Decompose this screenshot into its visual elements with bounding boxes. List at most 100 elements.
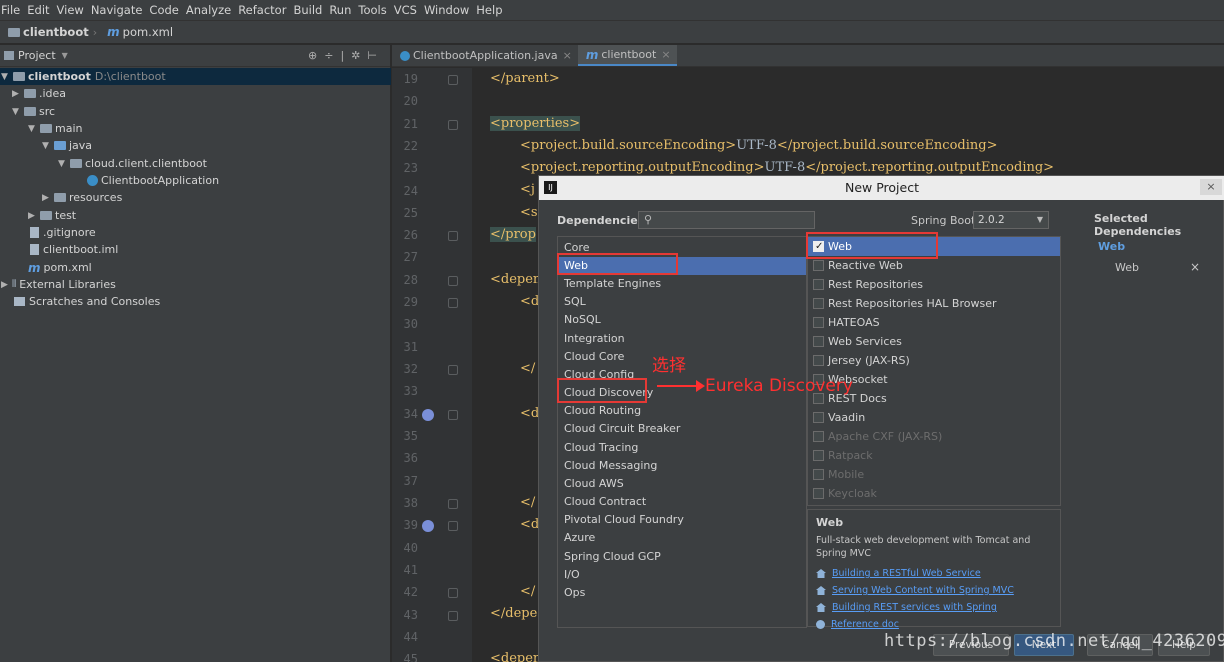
checkbox[interactable] (813, 412, 824, 423)
spring-boot-version-value: 2.0.2 (978, 214, 1005, 226)
dependency-item-jersey[interactable]: Jersey (JAX-RS) (808, 351, 1060, 370)
dependency-item-vaadin[interactable]: Vaadin (808, 408, 1060, 427)
category-item-cloud-aws[interactable]: Cloud AWS (558, 475, 806, 493)
collapsed-arrow-icon[interactable]: ▶ (11, 89, 20, 99)
fold-marker-icon[interactable] (448, 276, 458, 286)
menu-analyze[interactable]: Analyze (186, 3, 237, 17)
dependency-search-input[interactable]: ⚲ (638, 211, 815, 229)
category-item-cloud-contract[interactable]: Cloud Contract (558, 493, 806, 511)
fold-marker-icon[interactable] (448, 298, 458, 308)
tree-item-clientboot-iml[interactable]: clientboot.iml (26, 241, 118, 258)
menu-tools[interactable]: Tools (358, 3, 392, 17)
guide-link[interactable]: Serving Web Content with Spring MVC (816, 582, 1052, 599)
tree-item-gitignore[interactable]: .gitignore (26, 224, 96, 241)
menu-edit[interactable]: Edit (27, 3, 55, 17)
checkbox[interactable] (813, 336, 824, 347)
tab-clientbootapplication[interactable]: ClientbootApplication.java × (392, 45, 578, 66)
checkbox[interactable] (813, 298, 824, 309)
menu-help[interactable]: Help (476, 3, 508, 17)
expanded-arrow-icon[interactable]: ▼ (57, 159, 66, 169)
expanded-arrow-icon[interactable]: ▼ (27, 124, 36, 134)
tree-item-test[interactable]: ▶ test (27, 207, 76, 224)
guide-link[interactable]: Building REST services with Spring (816, 599, 1052, 616)
dependency-item-rest-repositories-hal[interactable]: Rest Repositories HAL Browser (808, 294, 1060, 313)
menu-code[interactable]: Code (149, 3, 184, 17)
category-item-cloud-routing[interactable]: Cloud Routing (558, 402, 806, 420)
tree-item-java[interactable]: ▼ java (41, 137, 92, 154)
tree-item-idea[interactable]: ▶ .idea (11, 85, 66, 102)
fold-marker-icon[interactable] (448, 521, 458, 531)
fold-marker-icon[interactable] (448, 410, 458, 420)
category-item-spring-cloud-gcp[interactable]: Spring Cloud GCP (558, 548, 806, 566)
dependency-item-web-services[interactable]: Web Services (808, 332, 1060, 351)
dependency-gutter-icon[interactable] (422, 409, 434, 421)
expanded-arrow-icon[interactable]: ▼ (0, 72, 9, 82)
dependency-item-rest-repositories[interactable]: Rest Repositories (808, 275, 1060, 294)
fold-marker-icon[interactable] (448, 611, 458, 621)
breadcrumb-file[interactable]: m pom.xml (101, 25, 173, 39)
menu-view[interactable]: View (57, 3, 90, 17)
collapsed-arrow-icon[interactable]: ▶ (0, 280, 9, 290)
breadcrumb-project[interactable]: clientboot (0, 25, 89, 39)
category-item-azure[interactable]: Azure (558, 529, 806, 547)
tree-item-clientbootapplication[interactable]: ClientbootApplication (85, 172, 219, 189)
chevron-down-icon[interactable]: ▼ (62, 51, 68, 60)
hide-icon[interactable]: ⊢ (367, 49, 377, 62)
menu-build[interactable]: Build (293, 3, 328, 17)
collapse-icon[interactable]: ÷ (324, 49, 333, 62)
category-item-cloud-messaging[interactable]: Cloud Messaging (558, 457, 806, 475)
tree-item-pom-xml[interactable]: m pom.xml (26, 259, 92, 276)
category-item-nosql[interactable]: NoSQL (558, 311, 806, 329)
tree-item-main[interactable]: ▼ main (27, 120, 82, 137)
checkbox[interactable] (813, 317, 824, 328)
tree-item-external-libraries[interactable]: ▶ ⫴ External Libraries (0, 276, 116, 293)
fold-marker-icon[interactable] (448, 588, 458, 598)
tree-item-src[interactable]: ▼ src (11, 103, 55, 120)
category-item-pivotal-cloud-foundry[interactable]: Pivotal Cloud Foundry (558, 511, 806, 529)
category-item-template-engines[interactable]: Template Engines (558, 275, 806, 293)
menu-vcs[interactable]: VCS (394, 3, 423, 17)
menu-window[interactable]: Window (424, 3, 475, 17)
tab-clientboot-pom[interactable]: m clientboot × (577, 45, 677, 66)
category-item-ops[interactable]: Ops (558, 584, 806, 602)
expanded-arrow-icon[interactable]: ▼ (11, 107, 20, 117)
dependency-item-hateoas[interactable]: HATEOAS (808, 313, 1060, 332)
collapsed-arrow-icon[interactable]: ▶ (41, 193, 50, 203)
category-item-sql[interactable]: SQL (558, 293, 806, 311)
guide-link[interactable]: Building a RESTful Web Service (816, 565, 1052, 582)
checkbox[interactable] (813, 355, 824, 366)
category-item-cloud-circuit-breaker[interactable]: Cloud Circuit Breaker (558, 420, 806, 438)
collapsed-arrow-icon[interactable]: ▶ (27, 211, 36, 221)
gear-icon[interactable]: ✲ (351, 49, 360, 62)
spring-boot-version-select[interactable]: 2.0.2 ▼ (973, 211, 1049, 229)
tree-item-scratches[interactable]: Scratches and Consoles (10, 293, 160, 310)
fold-marker-icon[interactable] (448, 499, 458, 509)
close-icon[interactable]: × (661, 48, 670, 61)
sync-icon[interactable]: ⊕ (308, 49, 317, 62)
menu-file[interactable]: File (1, 3, 26, 17)
tree-item-package[interactable]: ▼ cloud.client.clientboot (57, 155, 207, 172)
close-icon[interactable]: × (1200, 179, 1222, 195)
checkbox[interactable] (813, 279, 824, 290)
tree-item-clientboot[interactable]: ▼ clientboot D:\clientboot (0, 68, 391, 85)
remove-icon[interactable]: × (1190, 260, 1200, 274)
fold-marker-icon[interactable] (448, 120, 458, 130)
dialog-title-bar[interactable]: IJ New Project × (539, 176, 1224, 200)
fold-marker-icon[interactable] (448, 75, 458, 85)
category-item-cloud-tracing[interactable]: Cloud Tracing (558, 439, 806, 457)
menu-navigate[interactable]: Navigate (91, 3, 149, 17)
checkbox[interactable] (813, 260, 824, 271)
menu-run[interactable]: Run (329, 3, 357, 17)
expanded-arrow-icon[interactable]: ▼ (41, 141, 50, 151)
project-panel-title[interactable]: Project (18, 49, 56, 62)
fold-marker-icon[interactable] (448, 365, 458, 375)
category-item-integration[interactable]: Integration (558, 330, 806, 348)
fold-marker-icon[interactable] (448, 231, 458, 241)
checkbox (813, 469, 824, 480)
tree-item-resources[interactable]: ▶ resources (41, 189, 122, 206)
menu-refactor[interactable]: Refactor (238, 3, 292, 17)
category-item-io[interactable]: I/O (558, 566, 806, 584)
close-icon[interactable]: × (563, 49, 572, 62)
dependency-gutter-icon[interactable] (422, 520, 434, 532)
line-number: 20 (403, 94, 418, 108)
